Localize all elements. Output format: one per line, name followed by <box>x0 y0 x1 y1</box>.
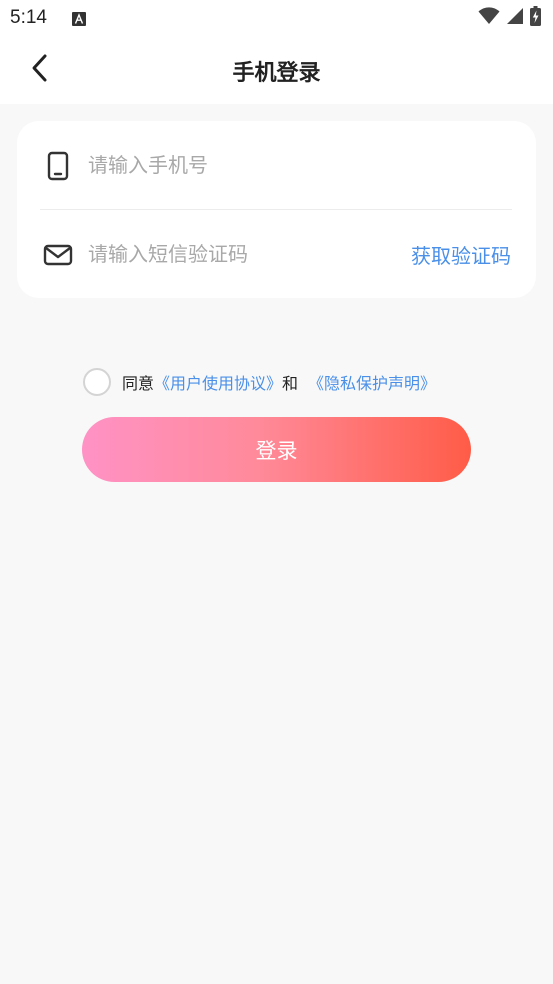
agree-checkbox[interactable] <box>83 368 111 396</box>
phone-input[interactable] <box>88 147 508 183</box>
login-form-card: 获取验证码 <box>17 121 536 298</box>
agree-connector: 和 <box>282 374 299 393</box>
agreement-row: 同意 《用户使用协议》 和 《隐私保护声明》 <box>83 366 436 398</box>
privacy-policy-link[interactable]: 《隐私保护声明》 <box>308 370 436 394</box>
battery-charging-icon <box>530 6 541 30</box>
page-title: 手机登录 <box>232 61 321 86</box>
phone-row <box>17 121 536 209</box>
user-agreement-link[interactable]: 《用户使用协议》 <box>154 370 282 394</box>
status-bar: 5:14 <box>0 0 553 38</box>
signal-icon <box>506 7 524 29</box>
code-row: 获取验证码 <box>17 210 536 298</box>
a-letter-icon <box>72 11 86 26</box>
nav-bar: 手机登录 <box>0 38 553 104</box>
status-icons <box>478 6 541 30</box>
wifi-icon <box>478 7 500 29</box>
phone-icon <box>43 151 73 181</box>
sms-code-input[interactable] <box>88 236 388 272</box>
get-code-button[interactable]: 获取验证码 <box>411 240 511 269</box>
agree-prefix: 同意 <box>122 374 155 393</box>
status-time: 5:14 <box>10 7 47 28</box>
mail-icon <box>43 240 73 270</box>
login-button[interactable]: 登录 <box>82 417 471 482</box>
